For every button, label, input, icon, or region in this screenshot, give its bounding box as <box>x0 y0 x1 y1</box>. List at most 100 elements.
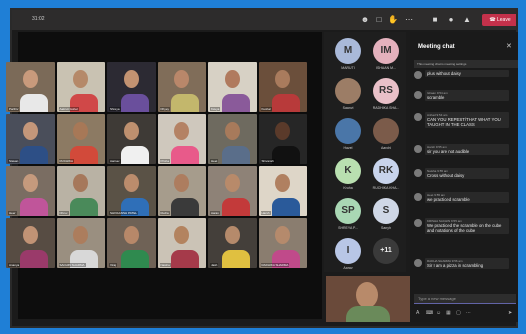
participant-face <box>224 226 240 244</box>
video-tile[interactable]: SHIVAANSH PATEL <box>107 166 156 216</box>
video-tile[interactable]: Heet <box>208 114 257 164</box>
participant-body <box>70 146 99 164</box>
more-icon[interactable]: ⋯ <box>404 15 414 25</box>
video-tile[interactable]: Kushal <box>258 62 307 112</box>
video-tile[interactable]: Heer <box>6 166 55 216</box>
participant-face <box>73 70 89 88</box>
video-tile[interactable]: Parthiv <box>6 62 55 112</box>
avatar: K <box>335 158 361 184</box>
gif-icon[interactable]: ▦ <box>446 310 451 316</box>
tile-caption: SHIVAANSH PATEL <box>109 211 139 215</box>
video-tile[interactable]: Shivansh <box>258 114 307 164</box>
tile-caption: Harsh <box>260 211 271 215</box>
share-icon[interactable]: ▲ <box>462 15 472 25</box>
message-bubble: RADHA SHARMA 9:56 am Sir I am a pizza in … <box>425 258 509 269</box>
video-tile[interactable]: Aarnav <box>107 114 156 164</box>
video-tile[interactable]: RUCHIKA <box>56 114 105 164</box>
participant-face <box>73 226 89 244</box>
mic-icon[interactable]: ● <box>446 15 456 25</box>
message-text: CAN YOU REPEST/THAT WHAT YOU TAUGHT IN T… <box>427 117 501 127</box>
video-tile[interactable]: Ananya <box>6 218 55 268</box>
tile-caption: Heet <box>210 159 219 163</box>
participant-name: MARUTI <box>341 66 355 70</box>
avatar <box>414 259 422 267</box>
leave-button[interactable]: ☎ Leave <box>482 14 516 26</box>
tile-caption: Rudra <box>159 211 170 215</box>
participant-body <box>171 198 200 216</box>
avatar <box>414 71 422 79</box>
participant-body <box>120 94 149 112</box>
video-tile[interactable]: Naisha <box>157 218 206 268</box>
tile-caption: SACHIN SHARMA <box>58 263 86 267</box>
participant-face <box>275 122 291 140</box>
avatar <box>414 91 422 99</box>
participant-name: SHREYA P... <box>338 226 358 230</box>
tile-caption: Naisha <box>159 263 171 267</box>
video-tile[interactable]: Stavan <box>6 114 55 164</box>
tile-caption: RADHIKA SHARMA <box>260 263 290 267</box>
attach-icon[interactable]: ⌨ <box>426 310 433 316</box>
message-text: scramble <box>427 95 445 100</box>
video-tile[interactable]: Dhyey <box>157 62 206 112</box>
video-tile[interactable]: Shreya <box>107 62 156 112</box>
video-tile[interactable]: Rudra <box>157 166 206 216</box>
tile-caption: Parthiv <box>8 107 20 111</box>
participant-face <box>123 174 139 192</box>
message-input[interactable]: Type a new message <box>414 294 516 304</box>
participant-body <box>120 250 149 268</box>
video-tile[interactable]: Dhruv <box>56 166 105 216</box>
participant-body <box>171 94 200 112</box>
video-tile[interactable]: RADHIKA SHARMA <box>258 218 307 268</box>
format-icon[interactable]: A <box>416 310 419 316</box>
message-text: sir you are not audible <box>427 149 470 154</box>
participant-roster: M MARUTI IM ISHAAN M... Saanvi RS RADHIKA SHA.… <box>324 32 406 272</box>
participant-face <box>22 70 38 88</box>
participant-name: Hazel <box>343 146 353 150</box>
avatar <box>414 169 422 177</box>
emoji-icon[interactable]: ☺ <box>436 310 441 316</box>
tile-caption: Heer <box>8 211 17 215</box>
message-bubble: KRISHA SACHIN 9:55 am We practiced the sc… <box>425 218 509 234</box>
participant-face <box>123 226 139 244</box>
video-tile[interactable]: Prisha <box>157 114 206 164</box>
participant-body <box>19 198 48 216</box>
participant-body <box>221 94 250 112</box>
video-tile[interactable]: SACHIN SHARMA <box>56 218 105 268</box>
tile-caption: Shreya <box>109 107 121 111</box>
video-tile[interactable]: Jash <box>208 218 257 268</box>
participant-body <box>70 198 99 216</box>
self-shirt <box>346 306 390 322</box>
message-bubble: Heet 9:55 am we practiced scramble <box>425 192 509 203</box>
participant-body <box>221 250 250 268</box>
chat-icon[interactable]: □ <box>374 15 384 25</box>
send-icon[interactable]: ➤ <box>508 310 512 316</box>
tile-caption: Dhyey <box>159 107 171 111</box>
tile-caption: Prisha <box>159 159 171 163</box>
video-tile[interactable]: Harsh <box>258 166 307 216</box>
participant-name: Aarohi <box>380 146 392 150</box>
participant-body <box>221 198 250 216</box>
camera-icon[interactable]: ■ <box>430 15 440 25</box>
tile-caption: Jash <box>210 263 219 267</box>
participant-face <box>73 122 89 140</box>
video-tile[interactable]: Aarav <box>208 166 257 216</box>
participant-face <box>275 226 291 244</box>
close-icon[interactable]: ✕ <box>506 42 512 50</box>
avatar <box>414 145 422 153</box>
avatar: +11 <box>373 238 399 264</box>
participant-face <box>275 174 291 192</box>
people-icon[interactable]: ☻ <box>360 15 370 25</box>
raise-hand-icon[interactable]: ✋ <box>388 15 398 25</box>
more-icon[interactable]: ⋯ <box>466 310 471 316</box>
avatar: S <box>373 198 399 224</box>
sticker-icon[interactable]: ▢ <box>456 310 461 316</box>
video-tile[interactable]: Aakruti Gohel <box>56 62 105 112</box>
participant-body <box>19 250 48 268</box>
tile-caption: Kushal <box>260 107 272 111</box>
video-tile[interactable]: Kavya <box>208 62 257 112</box>
tile-caption: Stavan <box>8 159 20 163</box>
self-video <box>326 276 410 322</box>
video-tile[interactable]: Viraj <box>107 218 156 268</box>
participant-face <box>123 70 139 88</box>
avatar <box>335 118 361 144</box>
